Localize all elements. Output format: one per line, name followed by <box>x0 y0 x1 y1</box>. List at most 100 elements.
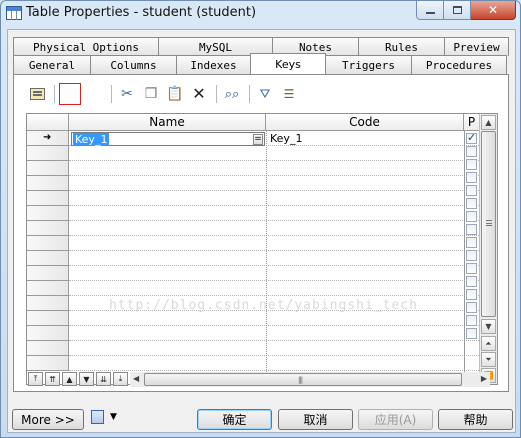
tab-keys[interactable]: Keys <box>250 53 326 74</box>
key-name-value[interactable]: Key_1 <box>73 133 110 146</box>
primary-key-checkbox[interactable] <box>466 328 477 339</box>
customize-columns-button[interactable]: ☰ <box>278 83 300 105</box>
move-page-down-button[interactable]: ⇊ <box>96 372 111 386</box>
row-header[interactable]: ➜ <box>27 131 69 146</box>
row-header[interactable] <box>27 356 69 371</box>
vertical-scrollbar[interactable]: ▲ ▼ ⏶ ⏷ ⏬ <box>479 114 497 384</box>
scroll-page-up-button[interactable]: ⏶ <box>481 336 496 351</box>
row-header[interactable] <box>27 236 69 251</box>
table-row[interactable] <box>69 206 479 221</box>
row-header[interactable] <box>27 191 69 206</box>
table-row[interactable] <box>69 266 479 281</box>
table-row[interactable] <box>69 296 479 311</box>
move-down-button[interactable]: ▼ <box>79 372 94 386</box>
sheet-menu-button[interactable]: ▼ <box>91 410 117 424</box>
primary-key-checkbox[interactable] <box>466 250 477 261</box>
properties-button[interactable] <box>26 83 48 105</box>
horizontal-scrollbar[interactable]: ◀ ||| ▶ <box>130 372 490 387</box>
keys-grid[interactable]: Name Code P ➜ Key_1 = Key_1 ▲ ▼ ⏶ <box>26 113 498 385</box>
table-row[interactable] <box>69 191 479 206</box>
tab-indexes[interactable]: Indexes <box>176 55 251 74</box>
help-button[interactable]: 帮助 <box>438 409 513 430</box>
move-page-up-button[interactable]: ⇈ <box>45 372 60 386</box>
primary-key-checkbox[interactable] <box>466 185 477 196</box>
table-row[interactable] <box>69 176 479 191</box>
table-row[interactable] <box>69 281 479 296</box>
table-row[interactable] <box>69 326 479 341</box>
tab-general[interactable]: General <box>13 55 91 74</box>
primary-key-checkbox[interactable] <box>466 276 477 287</box>
primary-key-checkbox[interactable] <box>466 131 477 144</box>
tab-physical-options[interactable]: Physical Options <box>13 37 159 56</box>
table-row[interactable] <box>69 236 479 251</box>
row-header[interactable] <box>27 266 69 281</box>
column-header-name[interactable]: Name <box>69 114 266 131</box>
row-header[interactable] <box>27 176 69 191</box>
row-header[interactable] <box>27 161 69 176</box>
cancel-button[interactable]: 取消 <box>278 409 353 430</box>
key-code-value[interactable]: Key_1 <box>270 132 302 146</box>
row-header[interactable] <box>27 146 69 161</box>
table-row[interactable] <box>69 221 479 236</box>
scroll-right-icon[interactable]: ▶ <box>481 374 487 383</box>
table-row[interactable] <box>69 146 479 161</box>
primary-key-checkbox[interactable] <box>466 159 477 170</box>
tab-triggers[interactable]: Triggers <box>325 55 412 74</box>
horizontal-scroll-thumb[interactable]: ||| <box>144 373 462 386</box>
filter-button[interactable]: ⛛ <box>254 83 276 105</box>
row-header[interactable] <box>27 206 69 221</box>
paste-button[interactable]: 📋 <box>164 83 186 105</box>
ok-button[interactable]: 确定 <box>197 409 272 430</box>
table-row[interactable] <box>69 251 479 266</box>
add-row-button[interactable] <box>59 83 87 135</box>
cell-ellipsis-button[interactable]: = <box>253 134 263 145</box>
delete-button[interactable]: ✕ <box>188 83 210 105</box>
row-header[interactable] <box>27 341 69 356</box>
table-row[interactable] <box>69 161 479 176</box>
row-header[interactable] <box>27 311 69 326</box>
vertical-scroll-thumb[interactable] <box>481 131 496 317</box>
primary-key-checkbox[interactable] <box>466 289 477 300</box>
table-row[interactable] <box>69 311 479 326</box>
table-row[interactable] <box>69 341 479 356</box>
column-header-primary[interactable]: P <box>464 114 480 131</box>
primary-key-checkbox[interactable] <box>466 146 477 157</box>
apply-button[interactable]: 应用(A) <box>358 409 433 430</box>
tab-columns[interactable]: Columns <box>90 55 177 74</box>
key-name-cell-editor[interactable]: Key_1 = <box>71 132 265 146</box>
primary-key-checkbox[interactable] <box>466 263 477 274</box>
row-header[interactable] <box>27 251 69 266</box>
primary-key-checkbox[interactable] <box>466 172 477 183</box>
primary-key-checkbox[interactable] <box>466 302 477 313</box>
more-button[interactable]: More >> <box>12 409 84 430</box>
find-button[interactable]: ⌕⌕ <box>221 83 243 105</box>
maximize-button[interactable] <box>444 1 471 20</box>
cut-button[interactable]: ✂ <box>116 83 138 105</box>
move-top-button[interactable]: ⤒ <box>28 372 43 386</box>
move-up-button[interactable]: ▲ <box>62 372 77 386</box>
scroll-left-icon[interactable]: ◀ <box>133 374 139 383</box>
move-bottom-button[interactable]: ⤓ <box>113 372 128 386</box>
row-header[interactable] <box>27 296 69 311</box>
primary-key-checkbox[interactable] <box>466 198 477 209</box>
column-header-code[interactable]: Code <box>266 114 464 131</box>
row-header[interactable] <box>27 221 69 236</box>
row-header[interactable] <box>27 281 69 296</box>
close-button[interactable]: ✕ <box>471 1 516 20</box>
title-bar[interactable]: Table Properties - student (student) ✕ <box>1 1 520 27</box>
scroll-page-down-button[interactable]: ⏷ <box>481 352 496 367</box>
row-header[interactable] <box>27 326 69 341</box>
tab-rules[interactable]: Rules <box>358 37 445 56</box>
primary-key-checkbox[interactable] <box>466 237 477 248</box>
table-row[interactable] <box>69 356 479 371</box>
tab-preview[interactable]: Preview <box>444 37 509 56</box>
tab-procedures[interactable]: Procedures <box>411 55 507 74</box>
copy-button[interactable]: ❐ <box>140 83 162 105</box>
insert-row-button[interactable] <box>83 83 110 134</box>
minimize-button[interactable] <box>416 1 444 20</box>
primary-key-checkbox[interactable] <box>466 224 477 235</box>
scroll-up-button[interactable]: ▲ <box>481 115 496 130</box>
scroll-down-button[interactable]: ▼ <box>481 319 496 334</box>
primary-key-checkbox[interactable] <box>466 211 477 222</box>
primary-key-checkbox[interactable] <box>466 315 477 326</box>
